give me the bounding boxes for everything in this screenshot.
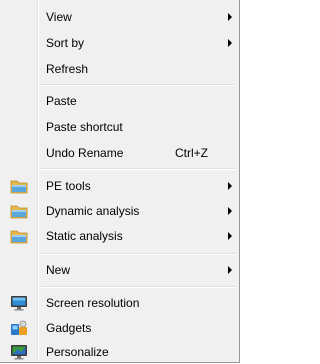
menu-item-label: Refresh [46, 62, 89, 76]
menu-item-shortcut: Ctrl+Z [175, 146, 208, 160]
menu-item-label: Sort by [46, 36, 85, 50]
menu-item-label: PE tools [46, 179, 91, 193]
menu-separator [41, 253, 236, 255]
menu-item-label: Dynamic analysis [46, 204, 140, 218]
submenu-arrow-icon [228, 39, 232, 47]
folder-icon [10, 177, 28, 195]
menu-item-static-analysis[interactable]: Static analysis [2, 225, 237, 247]
desktop-context-menu: View Sort by Refresh Paste Paste shortcu… [0, 0, 240, 363]
menu-item-paste[interactable]: Paste [2, 90, 237, 112]
folder-icon [10, 227, 28, 245]
menu-item-label: Paste shortcut [46, 120, 123, 134]
submenu-arrow-icon [228, 182, 232, 190]
menu-item-label: Gadgets [46, 321, 92, 335]
menu-item-dynamic-analysis[interactable]: Dynamic analysis [2, 200, 237, 222]
menu-item-undo-rename[interactable]: Undo Rename Ctrl+Z [2, 142, 237, 164]
submenu-arrow-icon [228, 232, 232, 240]
gadgets-icon [10, 319, 28, 337]
menu-separator [41, 286, 236, 288]
menu-separator [41, 84, 236, 86]
menu-item-label: New [46, 263, 71, 277]
menu-separator [41, 168, 236, 170]
submenu-arrow-icon [228, 13, 232, 21]
menu-item-paste-shortcut[interactable]: Paste shortcut [2, 116, 237, 138]
menu-item-label: Screen resolution [46, 296, 140, 310]
menu-item-new[interactable]: New [2, 259, 237, 281]
menu-item-label: View [46, 10, 72, 24]
submenu-arrow-icon [228, 266, 232, 274]
menu-item-pe-tools[interactable]: PE tools [2, 175, 237, 197]
personalize-icon [10, 343, 28, 361]
menu-item-view[interactable]: View [2, 6, 237, 28]
menu-item-personalize[interactable]: Personalize [2, 341, 237, 363]
menu-item-sort-by[interactable]: Sort by [2, 32, 237, 54]
menu-item-label: Paste [46, 94, 77, 108]
menu-item-label: Undo Rename [46, 146, 124, 160]
menu-item-refresh[interactable]: Refresh [2, 58, 237, 80]
submenu-arrow-icon [228, 207, 232, 215]
menu-item-screen-resolution[interactable]: Screen resolution [2, 292, 237, 314]
menu-item-gadgets[interactable]: Gadgets [2, 317, 237, 339]
menu-item-label: Personalize [46, 345, 109, 359]
monitor-icon [10, 294, 28, 312]
folder-icon [10, 202, 28, 220]
menu-item-label: Static analysis [46, 229, 123, 243]
